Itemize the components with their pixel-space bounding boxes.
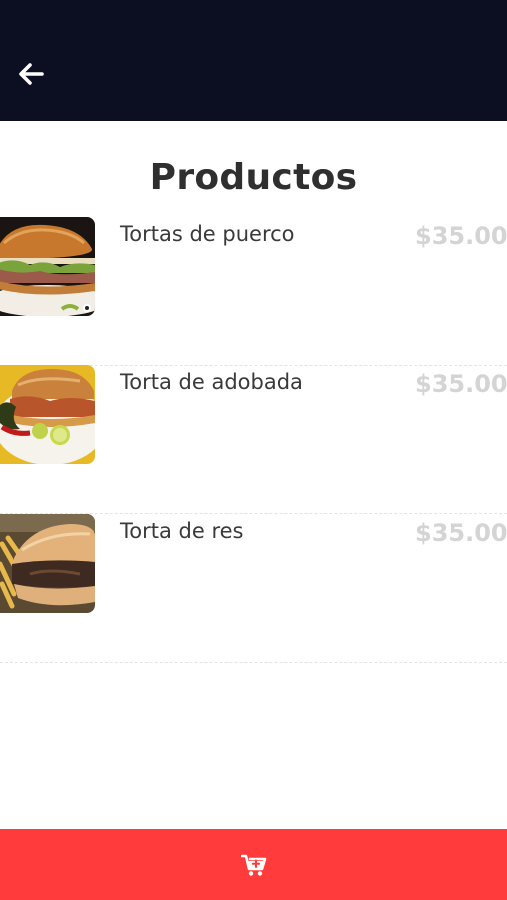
product-image xyxy=(0,365,95,464)
cart-plus-icon xyxy=(240,854,266,876)
product-item[interactable]: Torta de res $35.00 xyxy=(0,514,507,663)
product-price: $35.00 xyxy=(415,370,507,398)
top-app-bar xyxy=(0,0,507,121)
app-screen: Productos Tortas de puerco $35.00 Torta … xyxy=(0,0,507,900)
cart-button[interactable] xyxy=(0,829,507,900)
product-item[interactable]: Torta de adobada $35.00 xyxy=(0,365,507,514)
product-image xyxy=(0,217,95,316)
product-price: $35.00 xyxy=(415,222,507,250)
arrow-left-icon xyxy=(19,63,44,85)
product-name: Torta de res xyxy=(120,519,244,543)
product-item[interactable]: Tortas de puerco $35.00 xyxy=(0,217,507,366)
product-name: Torta de adobada xyxy=(120,370,303,394)
back-button[interactable] xyxy=(14,57,48,91)
product-price: $35.00 xyxy=(415,519,507,547)
page-title: Productos xyxy=(149,157,358,198)
product-name: Tortas de puerco xyxy=(120,222,295,246)
product-image xyxy=(0,514,95,613)
